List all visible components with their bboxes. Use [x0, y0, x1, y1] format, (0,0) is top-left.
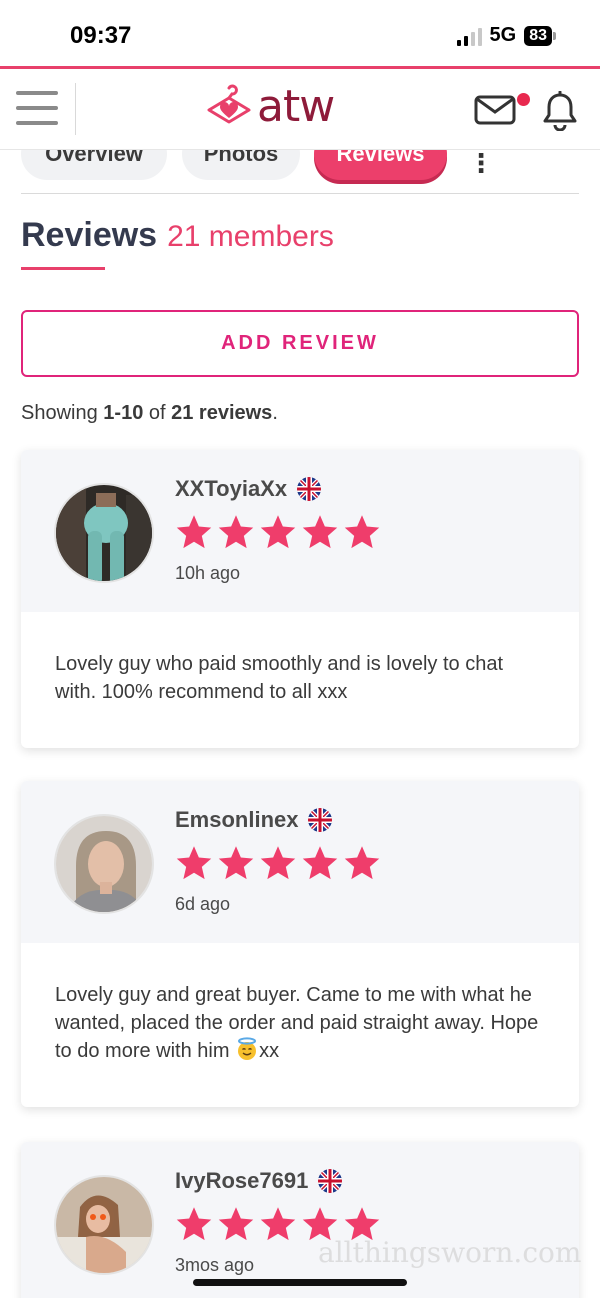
review-card: XXToyiaXx 10h ago Lovely guy who paid sm… — [21, 450, 579, 748]
profile-tabs: Overview Photos Reviews ⋮ — [0, 150, 600, 194]
uk-flag-icon — [308, 808, 333, 832]
review-time: 6d ago — [175, 894, 231, 914]
header-divider — [75, 83, 76, 135]
avatar[interactable] — [54, 814, 154, 914]
status-bar: 09:37 5G 83 — [0, 0, 600, 66]
notification-dot — [517, 93, 530, 106]
status-time: 09:37 — [70, 22, 132, 49]
star-icon — [218, 515, 254, 549]
tab-overview[interactable]: Overview — [21, 150, 167, 180]
reviewer-name[interactable]: Emsonlinex — [175, 807, 298, 833]
star-icon — [344, 515, 380, 549]
star-rating — [175, 514, 381, 550]
review-text: Lovely guy who paid smoothly and is love… — [55, 653, 504, 703]
more-tabs-icon[interactable]: ⋮ — [468, 150, 494, 179]
star-icon — [176, 846, 212, 880]
watermark: allthingsworn.com — [318, 1236, 582, 1269]
page-title: Reviews — [21, 216, 158, 254]
star-icon — [176, 515, 212, 549]
review-header: Emsonlinex 6d ago — [21, 781, 579, 943]
review-header: IvyRose7691 3mos ago — [21, 1142, 579, 1298]
battery-icon: 83 — [524, 25, 556, 46]
star-icon — [176, 1207, 212, 1241]
star-icon — [344, 846, 380, 880]
battery-level: 83 — [524, 25, 552, 46]
reviewer-name[interactable]: XXToyiaXx — [175, 476, 287, 502]
star-rating — [175, 845, 381, 881]
tabs-divider — [21, 193, 579, 194]
star-icon — [260, 1207, 296, 1241]
app-header: atw — [0, 66, 600, 150]
avatar[interactable] — [54, 1175, 154, 1275]
add-review-button[interactable]: ADD REVIEW — [21, 310, 579, 377]
logo-text: atw — [257, 81, 335, 132]
reviewer-name[interactable]: IvyRose7691 — [175, 1168, 308, 1194]
heading-underline — [21, 267, 105, 270]
logo[interactable]: atw — [205, 81, 335, 132]
hanger-heart-icon — [207, 84, 251, 124]
star-icon — [218, 846, 254, 880]
member-count: 21 members — [167, 220, 334, 253]
tab-photos[interactable]: Photos — [182, 150, 300, 180]
review-card: IvyRose7691 3mos ago — [21, 1142, 579, 1298]
home-indicator[interactable] — [193, 1279, 407, 1286]
review-header: XXToyiaXx 10h ago — [21, 450, 579, 612]
avatar[interactable] — [54, 483, 154, 583]
mail-icon[interactable] — [474, 95, 516, 125]
star-icon — [260, 515, 296, 549]
star-icon — [302, 846, 338, 880]
review-card: Emsonlinex 6d ago Lovely guy and great b… — [21, 781, 579, 1107]
reviewer-info: IvyRose7691 — [175, 1168, 343, 1194]
review-text: Lovely guy and great buyer. Came to me w… — [55, 984, 539, 1062]
reviewer-info: Emsonlinex — [175, 807, 333, 833]
tab-reviews[interactable]: Reviews — [314, 150, 447, 180]
star-icon — [218, 1207, 254, 1241]
reviews-heading: Reviews 21 members — [21, 216, 334, 255]
reviewer-info: XXToyiaXx — [175, 476, 322, 502]
review-time: 3mos ago — [175, 1255, 255, 1275]
review-time: 10h ago — [175, 563, 241, 583]
menu-icon[interactable] — [16, 91, 58, 125]
uk-flag-icon — [318, 1169, 343, 1193]
star-icon — [302, 515, 338, 549]
results-summary: Showing 1-10 of 21 reviews. — [21, 402, 278, 424]
network-label: 5G — [489, 24, 517, 46]
smiling-face-with-halo-icon — [238, 1037, 257, 1060]
uk-flag-icon — [297, 477, 322, 501]
status-indicators: 5G 83 — [456, 24, 556, 47]
star-icon — [260, 846, 296, 880]
signal-icon — [456, 26, 482, 46]
bell-icon[interactable] — [541, 91, 579, 131]
